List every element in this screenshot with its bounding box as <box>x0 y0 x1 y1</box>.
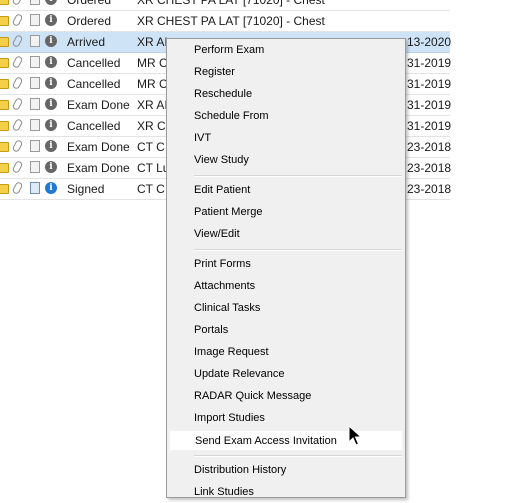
info-icon[interactable]: i <box>45 182 57 194</box>
menu-item-link-studies[interactable]: Link Studies <box>169 482 403 503</box>
folder-icon[interactable] <box>0 184 9 194</box>
folder-icon[interactable] <box>0 0 9 5</box>
date-cell: 31-2019 <box>407 119 452 133</box>
menu-item-distribution-history[interactable]: Distribution History <box>169 460 403 481</box>
context-menu: Perform Exam Register Reschedule Schedule F… <box>166 38 406 498</box>
document-icon[interactable] <box>30 182 40 194</box>
date-cell: 23-2018 <box>407 182 452 196</box>
procedure-cell: XR AI <box>137 35 168 49</box>
procedure-cell: CT C <box>137 140 165 154</box>
status-cell: Cancelled <box>67 119 121 133</box>
paperclip-icon[interactable] <box>11 13 24 27</box>
date-cell: 31-2019 <box>407 98 452 112</box>
folder-icon[interactable] <box>0 121 9 131</box>
menu-item-ivt[interactable]: IVT <box>169 128 403 149</box>
menu-item-attachments[interactable]: Attachments <box>169 276 403 297</box>
paperclip-icon[interactable] <box>11 139 24 153</box>
menu-item-clinical-tasks[interactable]: Clinical Tasks <box>169 298 403 319</box>
document-icon[interactable] <box>30 98 40 110</box>
date-cell: 23-2018 <box>407 140 452 154</box>
menu-item-portals[interactable]: Portals <box>169 320 403 341</box>
folder-icon[interactable] <box>0 163 9 173</box>
menu-item-image-request[interactable]: Image Request <box>169 342 403 363</box>
menu-separator <box>194 249 402 251</box>
info-icon[interactable]: i <box>45 77 57 89</box>
procedure-cell: CT C <box>137 182 165 196</box>
procedure-cell: MR C <box>137 56 168 70</box>
paperclip-icon[interactable] <box>11 181 24 195</box>
paperclip-icon[interactable] <box>11 76 24 90</box>
menu-item-reschedule[interactable]: Reschedule <box>169 84 403 105</box>
folder-icon[interactable] <box>0 58 9 68</box>
procedure-cell: MR C <box>137 77 168 91</box>
info-icon[interactable]: i <box>45 35 57 47</box>
menu-item-update-relevance[interactable]: Update Relevance <box>169 364 403 385</box>
document-icon[interactable] <box>30 77 40 89</box>
procedure-cell: XR C <box>137 119 166 133</box>
date-cell: 31-2019 <box>407 77 452 91</box>
procedure-cell: XR AI <box>137 98 168 112</box>
info-icon[interactable]: i <box>45 119 57 131</box>
status-cell: Cancelled <box>67 56 121 70</box>
info-icon[interactable]: i <box>45 140 57 152</box>
document-icon[interactable] <box>30 161 40 173</box>
document-icon[interactable] <box>30 56 40 68</box>
document-icon[interactable] <box>30 35 40 47</box>
info-icon[interactable]: i <box>45 161 57 173</box>
status-cell: Exam Done <box>67 98 130 112</box>
status-cell: Ordered <box>67 0 112 7</box>
procedure-cell: XR CHEST PA LAT [71020] - Chest <box>137 14 325 28</box>
document-icon[interactable] <box>30 140 40 152</box>
paperclip-icon[interactable] <box>11 97 24 111</box>
status-cell: Arrived <box>67 35 106 49</box>
menu-item-print-forms[interactable]: Print Forms <box>169 254 403 275</box>
menu-item-patient-merge[interactable]: Patient Merge <box>169 202 403 223</box>
menu-item-send-exam-access-invitation[interactable]: Send Exam Access Invitation <box>169 430 403 451</box>
menu-item-register[interactable]: Register <box>169 62 403 83</box>
table-row[interactable]: i Ordered XR CHEST PA LAT [71020] - Chest <box>0 0 450 11</box>
procedure-cell: CT Lu <box>137 161 170 175</box>
menu-item-view-study[interactable]: View Study <box>169 150 403 171</box>
status-cell: Exam Done <box>67 140 130 154</box>
status-cell: Ordered <box>67 14 112 28</box>
menu-item-view-edit[interactable]: View/Edit <box>169 224 403 245</box>
menu-item-edit-patient[interactable]: Edit Patient <box>169 180 403 201</box>
paperclip-icon[interactable] <box>11 34 24 48</box>
folder-icon[interactable] <box>0 142 9 152</box>
status-cell: Cancelled <box>67 77 121 91</box>
menu-item-schedule-from[interactable]: Schedule From <box>169 106 403 127</box>
menu-item-perform-exam[interactable]: Perform Exam <box>169 40 403 61</box>
folder-icon[interactable] <box>0 79 9 89</box>
document-icon[interactable] <box>30 14 40 26</box>
folder-icon[interactable] <box>0 37 9 47</box>
date-cell: 13-2020 <box>407 35 452 49</box>
menu-item-import-studies[interactable]: Import Studies <box>169 408 403 429</box>
menu-separator <box>194 175 402 177</box>
paperclip-icon[interactable] <box>11 160 24 174</box>
mouse-pointer-icon <box>348 425 362 446</box>
menu-separator <box>194 455 402 457</box>
document-icon[interactable] <box>30 0 40 5</box>
folder-icon[interactable] <box>0 16 9 26</box>
document-icon[interactable] <box>30 119 40 131</box>
folder-icon[interactable] <box>0 100 9 110</box>
paperclip-icon[interactable] <box>11 0 24 6</box>
info-icon[interactable]: i <box>45 14 57 26</box>
info-icon[interactable]: i <box>45 56 57 68</box>
menu-item-radar-quick-message[interactable]: RADAR Quick Message <box>169 386 403 407</box>
info-icon[interactable]: i <box>45 0 57 5</box>
status-cell: Signed <box>67 182 105 196</box>
procedure-cell: XR CHEST PA LAT [71020] - Chest <box>137 0 325 7</box>
date-cell: 23-2018 <box>407 161 452 175</box>
date-cell: 31-2019 <box>407 56 452 70</box>
table-row[interactable]: i Ordered XR CHEST PA LAT [71020] - Chest <box>0 11 450 32</box>
info-icon[interactable]: i <box>45 98 57 110</box>
status-cell: Exam Done <box>67 161 130 175</box>
paperclip-icon[interactable] <box>11 55 24 69</box>
paperclip-icon[interactable] <box>11 118 24 132</box>
